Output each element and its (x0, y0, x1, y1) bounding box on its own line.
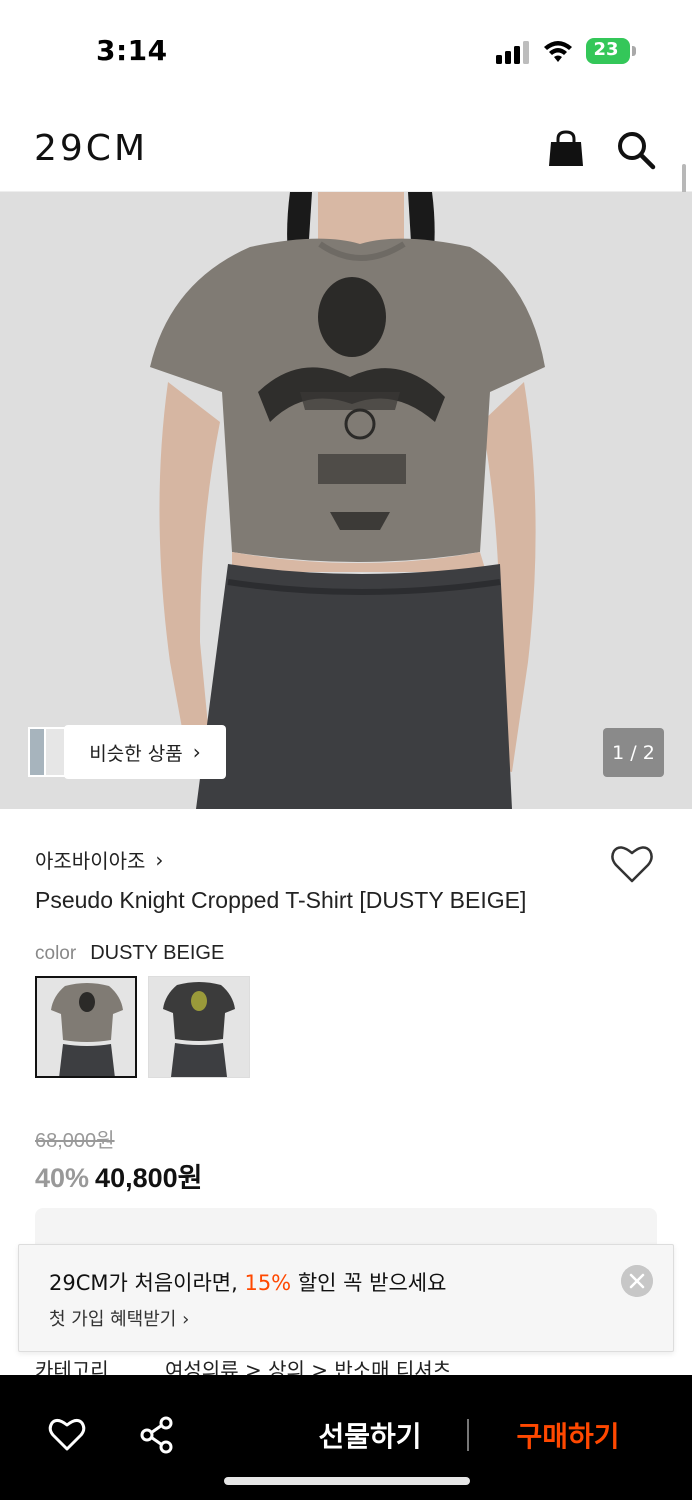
divider (467, 1419, 469, 1451)
heart-icon[interactable] (610, 843, 654, 885)
swatch-image (149, 977, 249, 1077)
discount-rate: 40% (35, 1163, 90, 1193)
signup-promo-banner[interactable]: 29CM가 처음이라면, 15% 할인 꼭 받으세요 첫 가입 혜택받기 › (18, 1244, 674, 1352)
battery-icon: 23 (586, 38, 636, 64)
close-icon[interactable] (621, 1265, 653, 1297)
color-value: DUSTY BEIGE (90, 942, 225, 964)
similar-items-label: 비슷한 상품 (89, 742, 183, 765)
buy-button[interactable]: 구매하기 (488, 1415, 648, 1455)
sale-price: 40,800원 (95, 1163, 203, 1193)
product-title: Pseudo Knight Cropped T-Shirt [DUSTY BEI… (35, 887, 527, 913)
product-image[interactable]: 비슷한 상품 › 1 / 2 (0, 192, 692, 809)
chevron-right-icon: › (155, 847, 164, 872)
promo-message: 29CM가 처음이라면, 15% 할인 꼭 받으세요 (49, 1267, 446, 1297)
color-selector-label: color DUSTY BEIGE (35, 942, 224, 965)
original-price: 68,000원 (35, 1130, 115, 1152)
heart-icon[interactable] (48, 1417, 86, 1453)
signup-benefit-link[interactable]: 첫 가입 혜택받기 › (49, 1305, 189, 1331)
gift-button[interactable]: 선물하기 (290, 1415, 450, 1455)
status-time: 3:14 (96, 34, 168, 67)
color-swatch-charcoal[interactable] (148, 976, 250, 1078)
wifi-icon (544, 41, 572, 62)
chevron-right-icon: › (192, 740, 201, 764)
promo-discount: 15% (244, 1271, 292, 1295)
brand-link[interactable]: 아조바이아조 › (35, 845, 163, 874)
similar-thumbnails[interactable] (28, 725, 68, 779)
image-page-counter: 1 / 2 (603, 728, 664, 777)
shopping-bag-icon[interactable] (548, 130, 584, 168)
promo-prefix: 29CM가 처음이라면, (49, 1271, 245, 1295)
product-photo (0, 192, 692, 809)
color-swatch-dusty-beige[interactable] (35, 976, 137, 1078)
share-icon[interactable] (138, 1415, 176, 1455)
logo[interactable]: 29CM (34, 128, 148, 169)
brand-name: 아조바이아조 (35, 849, 146, 873)
similar-thumbnail (44, 727, 66, 777)
app-header: 29CM (0, 100, 692, 192)
search-icon[interactable] (616, 130, 656, 170)
promo-suffix: 할인 꼭 받으세요 (291, 1271, 447, 1295)
bottom-action-bar: 선물하기 구매하기 (0, 1375, 692, 1500)
color-label: color (35, 943, 77, 964)
battery-level: 23 (593, 39, 619, 60)
home-indicator (224, 1477, 470, 1485)
swatch-image (37, 978, 135, 1076)
cellular-signal-icon (496, 41, 529, 64)
status-bar: 3:14 23 (0, 0, 692, 100)
price-row: 40% 40,800원 (35, 1156, 202, 1195)
similar-items-button[interactable]: 비슷한 상품 › (64, 725, 226, 779)
